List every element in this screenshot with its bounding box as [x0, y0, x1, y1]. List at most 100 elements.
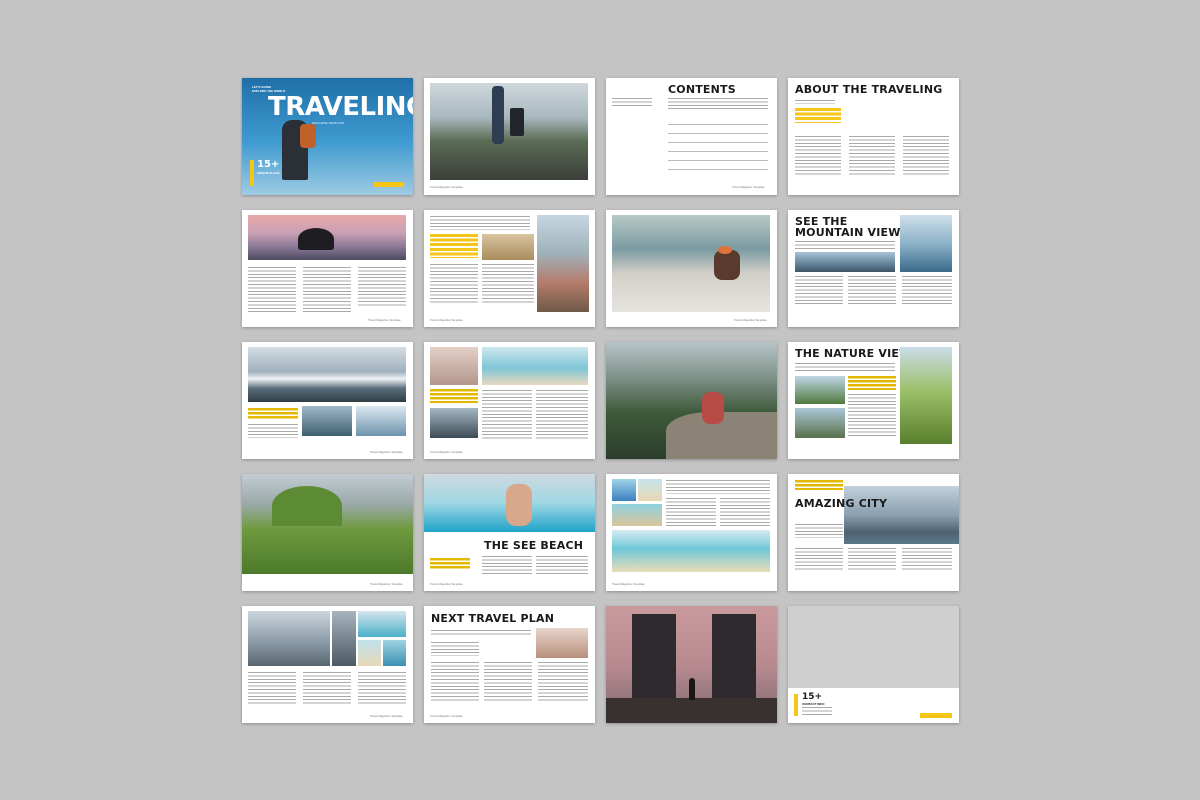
- contact-link-pill: [920, 713, 952, 718]
- page-temple-gate[interactable]: [606, 606, 777, 723]
- sitting-woman: [702, 392, 724, 424]
- nature-jeep-image: [795, 408, 845, 438]
- beach-column-2: [536, 556, 588, 574]
- paris-column-1: [482, 390, 532, 440]
- page-spread-grid: LET'S GOING EXPLORE THE WORLD TRAVELING …: [242, 78, 959, 723]
- page-snowy-peaks[interactable]: Travel Magazine Template: [242, 342, 413, 459]
- terrace-person: [714, 250, 740, 280]
- cover-title: TRAVELING: [268, 92, 413, 122]
- city-highlight-top: [795, 480, 843, 490]
- desert-highlight-block: [430, 234, 478, 258]
- footer-text: Travel Magazine Template: [368, 318, 401, 322]
- footer-text: Travel Magazine Template: [430, 185, 463, 189]
- paris-highlight-text: [430, 389, 478, 403]
- page-terrace[interactable]: Travel Magazine Template: [606, 210, 777, 327]
- desert-lead-text: [430, 216, 530, 230]
- terrace-woman-image: [612, 215, 770, 312]
- next-plan-lead-text: [431, 630, 531, 636]
- contents-row[interactable]: [668, 125, 768, 134]
- page-paris[interactable]: Travel Magazine Template: [424, 342, 595, 459]
- contents-row[interactable]: [668, 134, 768, 143]
- page-see-beach[interactable]: THE SEE BEACH Travel Magazine Template: [424, 474, 595, 591]
- cover-subtitle: MAGAZINE TEMPLATE: [312, 121, 345, 125]
- about-highlight-block: [795, 108, 841, 123]
- footer-text: Travel Magazine Template: [370, 450, 403, 454]
- page-mountain-view[interactable]: SEE THE MOUNTAIN VIEW: [788, 210, 959, 327]
- contents-row[interactable]: [668, 116, 768, 125]
- about-column-3: [903, 136, 949, 176]
- city-towers-image: [248, 611, 330, 666]
- next-plan-column-1: [431, 662, 479, 702]
- page-green-hills[interactable]: Travel Magazine Template: [242, 474, 413, 591]
- mountain-column-2: [848, 276, 896, 306]
- couple-image: [536, 628, 588, 658]
- coast-beach-image-2: [383, 640, 406, 666]
- paris-column-2: [536, 390, 588, 440]
- cover-backpack: [300, 124, 316, 148]
- island-column-2: [303, 267, 351, 312]
- beach-heading: THE SEE BEACH: [484, 539, 584, 552]
- mountain-lake-image: [795, 252, 895, 272]
- contents-row[interactable]: [668, 143, 768, 152]
- cover-badge-number: 15+: [257, 159, 280, 170]
- page-next-plan[interactable]: NEXT TRAVEL PLAN Travel Magazine Templat…: [424, 606, 595, 723]
- contact-number: 15+: [802, 692, 823, 702]
- mountain-column-3: [902, 276, 952, 306]
- footer-text: Travel Magazine Template: [734, 318, 767, 322]
- contents-intro-text: [612, 98, 652, 108]
- page-beach-gallery[interactable]: Travel Magazine Template: [606, 474, 777, 591]
- next-plan-heading: NEXT TRAVEL PLAN: [431, 612, 555, 625]
- desert-column-2: [482, 264, 534, 304]
- page-island[interactable]: Travel Magazine Template: [242, 210, 413, 327]
- footer-text: Travel Magazine Template: [430, 450, 463, 454]
- gate-person: [689, 678, 695, 700]
- about-column-2: [849, 136, 895, 176]
- footer-text: Travel Magazine Template: [370, 714, 403, 718]
- footer-text: Travel Magazine Template: [732, 185, 765, 189]
- cover-badge-bar: [250, 160, 254, 186]
- snowy-column: [248, 424, 298, 438]
- contents-row[interactable]: [668, 152, 768, 161]
- page-cover[interactable]: LET'S GOING EXPLORE THE WORLD TRAVELING …: [242, 78, 413, 195]
- footer-text: Travel Magazine Template: [430, 582, 463, 586]
- contents-row[interactable]: [668, 161, 768, 170]
- page-desert-article[interactable]: Travel Magazine Template: [424, 210, 595, 327]
- photographer-image: [430, 408, 478, 438]
- gallery-column-1: [666, 498, 716, 526]
- gallery-column-2: [720, 498, 770, 526]
- pool-woman: [506, 484, 532, 526]
- island-column-3: [358, 267, 406, 307]
- nature-valley-image: [795, 376, 845, 404]
- page-road-photo[interactable]: Travel Magazine Template: [424, 78, 595, 195]
- page-about[interactable]: ABOUT THE TRAVELING: [788, 78, 959, 195]
- page-city-towers[interactable]: Travel Magazine Template: [242, 606, 413, 723]
- page-contents[interactable]: CONTENTS Travel Magazine Template: [606, 78, 777, 195]
- coast-beach-image-1: [358, 640, 381, 666]
- about-heading: ABOUT THE TRAVELING: [795, 83, 943, 96]
- beach-boats-image: [612, 504, 662, 526]
- page-amazing-city[interactable]: AMAZING CITY: [788, 474, 959, 591]
- mountain-lead-text: [795, 241, 895, 249]
- contact-details-text: [802, 707, 832, 715]
- footer-text: Travel Magazine Template: [430, 714, 463, 718]
- about-intro-text: [795, 100, 835, 104]
- snowy-peaks-image: [248, 347, 406, 402]
- suitcase-shape: [510, 108, 524, 136]
- page-contact[interactable]: 15+ CONTACT INFO: [788, 606, 959, 723]
- page-nature-view[interactable]: THE NATURE VIEW: [788, 342, 959, 459]
- page-cliff-sitter[interactable]: [606, 342, 777, 459]
- beach-family-image: [482, 347, 588, 385]
- city-skyline-image: [844, 486, 959, 544]
- eiffel-image: [430, 347, 478, 385]
- nature-hill-image: [900, 347, 952, 444]
- contact-label: CONTACT INFO: [802, 702, 825, 706]
- beach-chairs-image: [612, 479, 636, 501]
- footer-text: Travel Magazine Template: [370, 582, 403, 586]
- road-traveler-image: [430, 83, 588, 180]
- contact-gray-image: [788, 606, 959, 688]
- desert-column-1: [430, 264, 478, 304]
- gallery-lead-text: [666, 480, 770, 494]
- contents-description-text: [668, 98, 768, 110]
- contact-accent-bar: [794, 694, 798, 716]
- snow-valley-image: [356, 406, 406, 436]
